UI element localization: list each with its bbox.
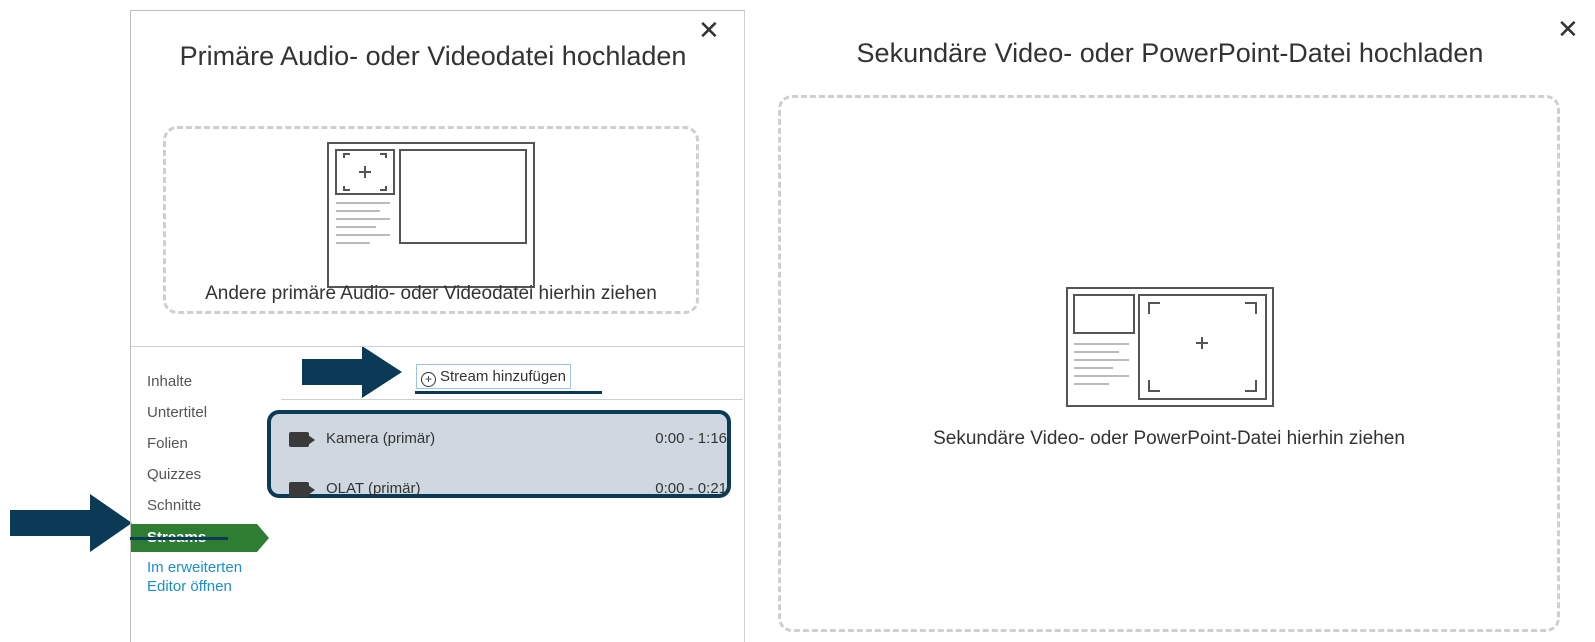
- primary-upload-panel: ✕ Primäre Audio- oder Videodatei hochlad…: [130, 10, 745, 642]
- primary-upload-illustration-icon: [327, 142, 535, 288]
- nav-item-folien[interactable]: Folien: [147, 428, 277, 459]
- close-primary-icon[interactable]: ✕: [698, 17, 720, 43]
- stream-time: 0:00 - 1:16: [655, 430, 727, 447]
- video-camera-icon: [289, 482, 309, 497]
- video-camera-icon: [289, 432, 309, 447]
- annotation-underline-streams: [130, 537, 228, 540]
- annotation-arrow-streams: [10, 494, 132, 552]
- open-advanced-editor-link[interactable]: Im erweiterten Editor öffnen: [147, 558, 265, 596]
- add-circle-icon: +: [421, 372, 436, 387]
- secondary-upload-panel: ✕ Sekundäre Video- oder PowerPoint-Datei…: [745, 10, 1595, 642]
- stream-name: Kamera (primär): [326, 430, 436, 447]
- annotation-underline-add-stream: [415, 391, 602, 394]
- stream-name: OLAT (primär): [326, 480, 421, 497]
- secondary-upload-illustration-icon: [1066, 287, 1274, 407]
- add-stream-button[interactable]: + Stream hinzufügen: [416, 364, 571, 389]
- secondary-upload-title: Sekundäre Video- oder PowerPoint-Datei h…: [856, 38, 1484, 68]
- stream-list: Kamera (primär) 0:00 - 1:16 OLAT (primär…: [267, 410, 731, 498]
- divider: [281, 399, 743, 400]
- nav-item-inhalte[interactable]: Inhalte: [147, 366, 277, 397]
- nav-item-schnitte[interactable]: Schnitte: [147, 490, 277, 521]
- primary-upload-area: ✕ Primäre Audio- oder Videodatei hochlad…: [131, 11, 745, 347]
- primary-drop-label: Andere primäre Audio- oder Videodatei hi…: [205, 283, 657, 304]
- nav-item-quizzes[interactable]: Quizzes: [147, 459, 277, 490]
- stream-time: 0:00 - 0:21: [655, 480, 727, 497]
- secondary-drop-label: Sekundäre Video- oder PowerPoint-Datei h…: [933, 428, 1405, 449]
- primary-drop-zone[interactable]: Andere primäre Audio- oder Videodatei hi…: [163, 126, 699, 314]
- nav-item-untertitel[interactable]: Untertitel: [147, 397, 277, 428]
- stream-row-olat[interactable]: OLAT (primär) 0:00 - 0:21: [271, 470, 727, 510]
- secondary-drop-zone[interactable]: Sekundäre Video- oder PowerPoint-Datei h…: [778, 95, 1560, 632]
- primary-upload-title: Primäre Audio- oder Videodatei hochladen: [179, 41, 687, 71]
- add-stream-label: Stream hinzufügen: [440, 368, 566, 385]
- side-nav: Inhalte Untertitel Folien Quizzes Schnit…: [131, 366, 277, 596]
- stream-row-kamera[interactable]: Kamera (primär) 0:00 - 1:16: [271, 420, 727, 460]
